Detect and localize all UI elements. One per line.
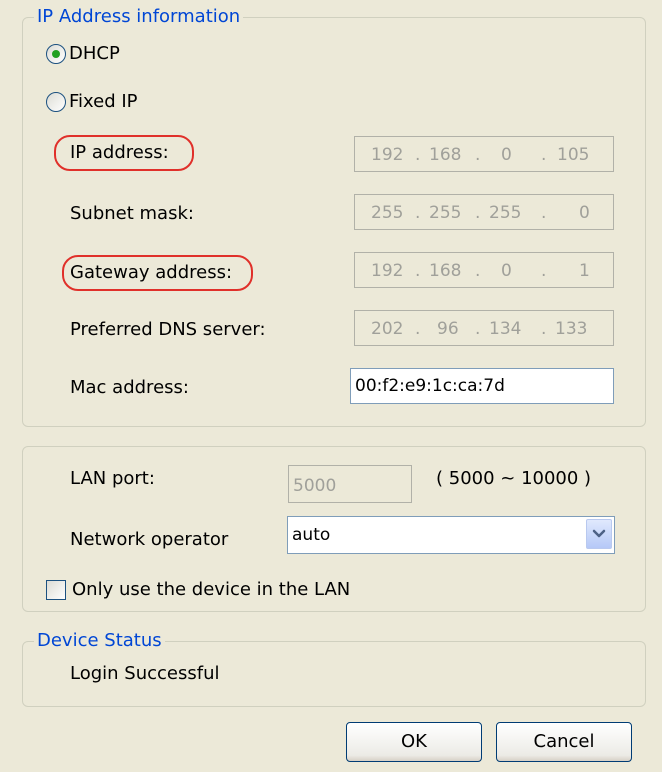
lan-port-label: LAN port: <box>70 468 155 489</box>
subnet-mask-field[interactable]: 255 . 255 . 255 . 0 <box>354 194 614 230</box>
lan-only-checkbox[interactable] <box>46 580 66 600</box>
dns-dot-1: . <box>415 319 421 339</box>
subnet-octet-3: 255 <box>489 203 522 223</box>
dns-octet-2: 96 <box>437 319 459 339</box>
dhcp-label[interactable]: DHCP <box>69 43 120 65</box>
gateway-address-field[interactable]: 192 . 168 . 0 . 1 <box>354 252 614 288</box>
subnet-dot-1: . <box>415 203 421 223</box>
gateway-octet-1: 192 <box>371 261 404 281</box>
mac-address-label: Mac address: <box>70 377 189 398</box>
dropdown-arrow-button[interactable] <box>586 519 612 549</box>
dns-server-label: Preferred DNS server: <box>70 319 266 340</box>
network-operator-select[interactable]: auto <box>287 516 615 554</box>
gateway-dot-1: . <box>415 261 421 281</box>
gateway-dot-2: . <box>475 261 481 281</box>
network-operator-value: auto <box>292 525 331 545</box>
lan-only-label[interactable]: Only use the device in the LAN <box>72 579 350 601</box>
network-operator-label: Network operator <box>70 529 229 550</box>
gateway-dot-3: . <box>541 261 547 281</box>
lan-port-range: ( 5000 ~ 10000 ) <box>436 468 592 489</box>
dns-dot-3: . <box>541 319 547 339</box>
lan-port-input[interactable]: 5000 <box>288 465 412 503</box>
ip-address-octet-1: 192 <box>371 145 404 165</box>
cancel-button[interactable]: Cancel <box>496 722 632 762</box>
dns-dot-2: . <box>475 319 481 339</box>
gateway-octet-3: 0 <box>501 261 512 281</box>
gateway-octet-2: 168 <box>429 261 462 281</box>
ok-button[interactable]: OK <box>346 722 482 762</box>
ip-address-field[interactable]: 192 . 168 . 0 . 105 <box>354 136 614 172</box>
subnet-dot-2: . <box>475 203 481 223</box>
subnet-octet-4: 0 <box>579 203 590 223</box>
ip-address-octet-3: 0 <box>501 145 512 165</box>
ip-address-octet-4: 105 <box>557 145 590 165</box>
ip-address-label: IP address: <box>70 142 169 163</box>
dhcp-radio-dot <box>52 50 60 58</box>
ip-dot-2: . <box>475 145 481 165</box>
device-status-text: Login Successful <box>70 663 220 684</box>
device-status-title: Device Status <box>34 630 165 652</box>
mac-address-input[interactable]: 00:f2:e9:1c:ca:7d <box>350 368 614 404</box>
chevron-down-icon <box>592 529 606 538</box>
dns-octet-1: 202 <box>371 319 404 339</box>
dhcp-radio[interactable] <box>46 44 66 64</box>
subnet-dot-3: . <box>541 203 547 223</box>
dns-server-field[interactable]: 202 . 96 . 134 . 133 <box>354 310 614 346</box>
ip-dot-1: . <box>415 145 421 165</box>
gateway-address-label: Gateway address: <box>70 262 233 283</box>
dns-octet-4: 133 <box>555 319 588 339</box>
fixed-ip-radio[interactable] <box>46 92 66 112</box>
ip-address-group-title: IP Address information <box>34 6 244 28</box>
ip-address-octet-2: 168 <box>429 145 462 165</box>
subnet-mask-label: Subnet mask: <box>70 203 194 224</box>
gateway-octet-4: 1 <box>579 261 590 281</box>
fixed-ip-label[interactable]: Fixed IP <box>69 91 138 113</box>
subnet-octet-1: 255 <box>371 203 404 223</box>
ip-dot-3: . <box>541 145 547 165</box>
dns-octet-3: 134 <box>489 319 522 339</box>
subnet-octet-2: 255 <box>429 203 462 223</box>
